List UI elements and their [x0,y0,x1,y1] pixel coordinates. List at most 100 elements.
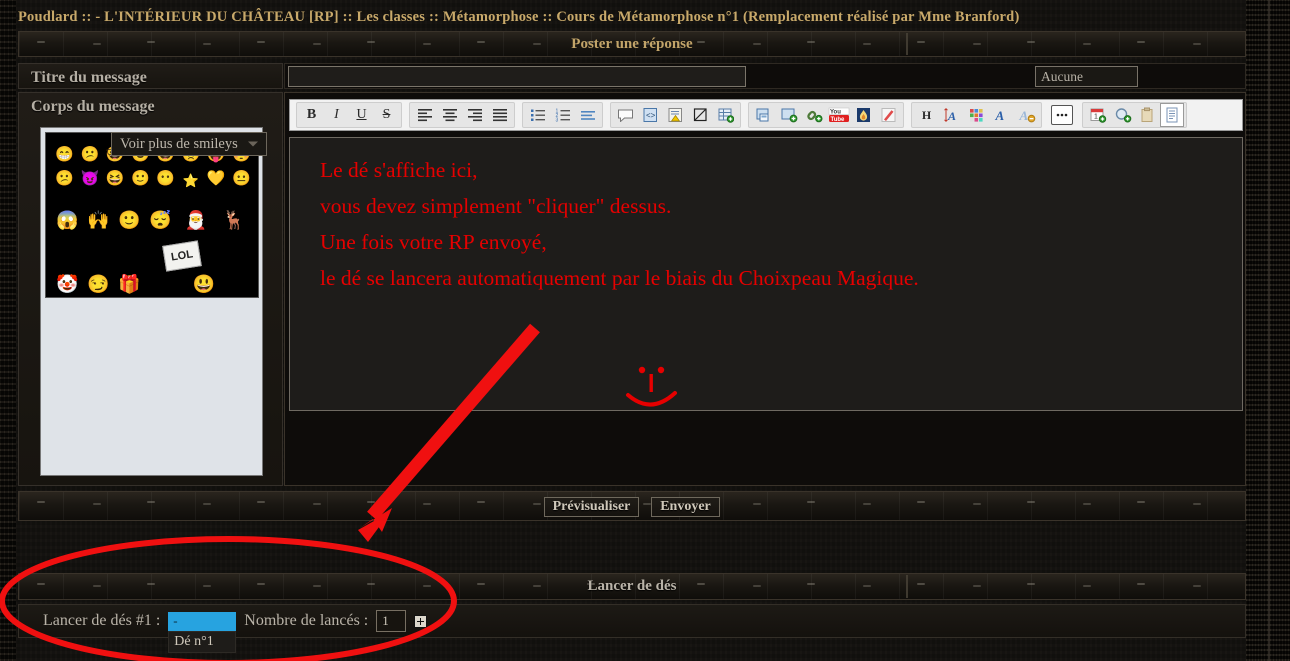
smiley-item[interactable]: 🦌 [216,211,252,229]
icon-select-value: Aucune [1041,68,1083,84]
flame-icon[interactable] [851,103,876,127]
smiley-item[interactable]: 🤡 [52,275,83,293]
editor-toolbar: B I U S 123 <> You Tube H A A A 1 [289,99,1243,131]
svg-text:3: 3 [555,118,558,123]
speech-bubble-icon[interactable] [613,103,638,127]
smiley-item[interactable]: 😴 [145,211,176,229]
smiley-item[interactable]: 💛 [204,172,229,187]
ellipsis-icon[interactable] [1051,105,1073,125]
dice-roll-row: Lancer de dés #1 : - Dé n°1 Nombre de la… [18,604,1246,653]
body-line: Le dé s'affiche ici, [320,158,478,182]
page-root: Poudlard :: - L'INTÉRIEUR DU CHÂTEAU [RP… [0,0,1290,661]
message-body-label: Corps du message [31,98,155,115]
smiley-item[interactable]: 🙂 [128,172,153,187]
header-divider [906,33,908,55]
warning-note-icon[interactable] [663,103,688,127]
smiley-row: 😕 😈 😆 🙂 😶 ⭐ 💛 😐 [52,163,254,188]
dice-type-value: - [173,613,178,628]
align-center-icon[interactable] [437,103,462,127]
editor-container: B I U S 123 <> You Tube H A A A 1 Le dé … [284,92,1246,486]
pen-icon[interactable] [876,103,901,127]
smiley-item[interactable]: 😶 [153,172,178,187]
smiley-panel: 😁 😕 🤓 😎 😆 😠 😛 😳 😕 😈 😆 🙂 😶 ⭐ � [40,127,267,476]
message-body-text: Le dé s'affiche ici, vous devez simpleme… [320,152,919,296]
smiley-item[interactable]: 😆 [103,172,128,187]
smiley-item[interactable]: 🙂 [114,211,145,229]
post-reply-title: Poster une réponse [571,35,693,52]
body-line: Une fois votre RP envoyé, [320,230,547,254]
indent-icon[interactable] [575,103,600,127]
breadcrumb[interactable]: Poudlard :: - L'INTÉRIEUR DU CHÂTEAU [RP… [18,9,1019,26]
bold-button[interactable]: B [299,103,324,127]
toolbar-group-align [409,102,515,128]
link-icon[interactable] [801,103,826,127]
font-family-icon[interactable]: A [989,103,1014,127]
smiley-row: 🤡 😏 🎁 😃 [52,251,254,293]
smiley-item[interactable]: ⭐ [178,174,203,187]
add-table-icon[interactable] [713,103,738,127]
icon-select[interactable]: Aucune [1035,66,1138,87]
submit-button[interactable]: Envoyer [651,497,720,517]
smiley-grid-box: 😁 😕 🤓 😎 😆 😠 😛 😳 😕 😈 😆 🙂 😶 ⭐ � [45,132,259,298]
smiley-item[interactable]: 😱 [52,211,83,229]
svg-text:A: A [995,108,1005,123]
youtube-icon[interactable]: You Tube [826,103,851,127]
dice-count-value: 1 [382,613,389,628]
color-palette-icon[interactable] [964,103,989,127]
dice-roll-label: Lancer de dés #1 : [43,612,161,629]
chevron-down-icon [248,141,258,147]
preview-button[interactable]: Prévisualiser [544,497,639,517]
align-left-icon[interactable] [412,103,437,127]
bullet-list-icon[interactable] [525,103,550,127]
smiley-item[interactable]: 😕 [77,148,102,163]
add-dice-button[interactable] [414,614,428,628]
smiley-item[interactable]: 😏 [83,275,114,293]
image-icon[interactable] [751,103,776,127]
toolbar-group-more [1049,102,1075,128]
lol-sign-icon[interactable]: LOL [162,240,202,272]
document-icon[interactable] [1160,103,1184,127]
smiley-item[interactable]: 🎅 [176,211,216,229]
svg-text:<>: <> [646,111,656,120]
right-stone-border [1246,0,1290,661]
numbered-list-icon[interactable]: 123 [550,103,575,127]
heading-button[interactable]: H [914,103,939,127]
font-size-icon[interactable]: A [939,103,964,127]
smiley-item[interactable]: 😐 [229,172,254,187]
crossed-page-icon[interactable] [688,103,713,127]
body-line: le dé se lancera automatiquement par le … [320,266,919,290]
dice-type-option[interactable]: Dé n°1 [168,630,237,653]
dice-type-select[interactable]: - Dé n°1 [168,611,237,653]
dice-count-input[interactable]: 1 [376,610,407,632]
align-justify-icon[interactable] [487,103,512,127]
toolbar-group-media: You Tube [748,102,904,128]
strikethrough-button[interactable]: S [374,103,399,127]
smiley-item[interactable]: 😈 [77,172,102,187]
svg-text:You: You [830,110,841,116]
search-add-icon[interactable] [1110,103,1135,127]
message-title-input[interactable] [288,66,746,87]
smiley-item[interactable]: 🙌 [83,211,114,229]
code-icon[interactable]: <> [638,103,663,127]
post-reply-header: Poster une réponse [18,31,1246,57]
align-right-icon[interactable] [462,103,487,127]
add-image-icon[interactable] [776,103,801,127]
smiley-item[interactable]: 😃 [145,275,215,293]
dice-panel-title: Lancer de dés [587,578,677,594]
underline-button[interactable]: U [349,103,374,127]
toolbar-group-lists: 123 [522,102,603,128]
toolbar-group-insert: <> [610,102,741,128]
smiley-item[interactable]: 🎁 [114,275,145,293]
italic-button[interactable]: I [324,103,349,127]
svg-text:Tube: Tube [830,117,845,123]
more-smileys-select[interactable]: Voir plus de smileys [111,132,267,156]
smiley-item[interactable]: 😁 [52,148,77,163]
remove-format-icon[interactable]: A [1014,103,1039,127]
dice-count-label: Nombre de lancés : [244,612,369,629]
calendar-add-icon[interactable]: 1 [1085,103,1110,127]
smiley-item[interactable]: 😕 [52,172,77,187]
dice-panel-header: Lancer de dés [18,573,1246,600]
toolbar-group-format: B I U S [296,102,402,128]
message-body-editor[interactable]: Le dé s'affiche ici, vous devez simpleme… [289,137,1243,411]
clipboard-icon[interactable] [1135,103,1160,127]
